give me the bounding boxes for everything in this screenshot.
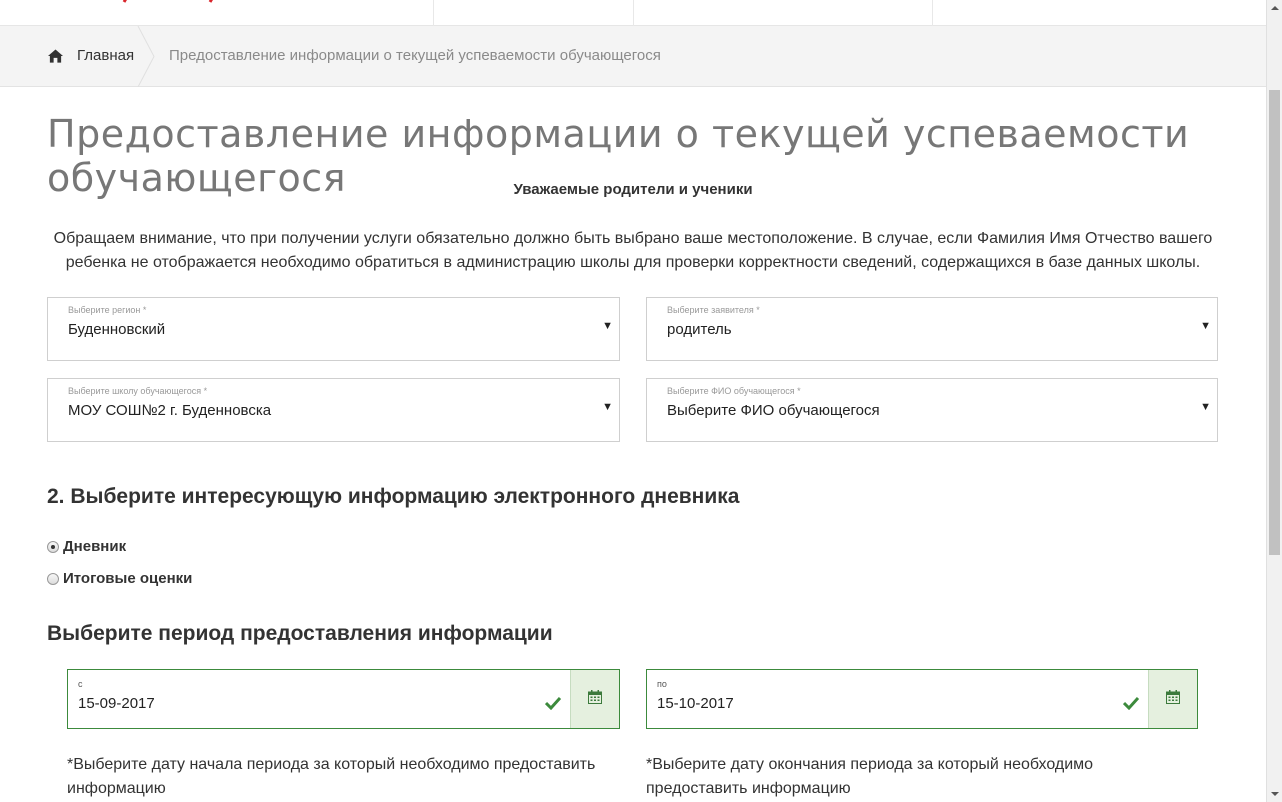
home-icon: [48, 48, 63, 63]
check-icon: [545, 696, 561, 710]
radio-button[interactable]: [47, 572, 59, 585]
region-select-label: Выберите регион *: [68, 305, 147, 315]
info-section-title: 2. Выберите интересующую информацию элек…: [47, 485, 740, 508]
region-select[interactable]: Выберите регион * Буденновский ▼: [47, 297, 620, 361]
radio-button-checked[interactable]: [47, 540, 59, 553]
date-from-label: с: [78, 679, 83, 689]
date-from-hint: *Выберите дату начала периода за который…: [67, 756, 596, 797]
region-select-value: Буденновский: [68, 321, 166, 338]
date-from-value[interactable]: 15-09-2017: [78, 695, 155, 712]
dropdown-caret-icon: ▼: [1200, 401, 1211, 413]
radio-option-label: Итоговые оценки: [63, 570, 193, 587]
logo-fragment: [122, 0, 213, 3]
applicant-select[interactable]: Выберите заявителя * родитель ▼: [646, 297, 1218, 361]
calendar-button[interactable]: [1148, 670, 1197, 728]
breadcrumb-current: Предоставление информации о текущей успе…: [169, 47, 661, 64]
school-select[interactable]: Выберите школу обучающегося * МОУ СОШ№2 …: [47, 378, 620, 442]
applicant-select-value: родитель: [667, 321, 732, 338]
check-icon: [1123, 696, 1139, 710]
calendar-icon: [1166, 690, 1180, 704]
breadcrumb-separator: [137, 26, 155, 87]
school-select-label: Выберите школу обучающегося *: [68, 386, 208, 396]
date-to-hint: *Выберите дату окончания периода за кото…: [646, 756, 1094, 797]
dropdown-caret-icon: ▼: [1200, 320, 1211, 332]
greeting-heading: Уважаемые родители и ученики: [513, 181, 753, 198]
top-header: [0, 0, 1266, 26]
date-from-field[interactable]: с 15-09-2017: [67, 669, 620, 729]
scroll-up-arrow-icon[interactable]: [1267, 0, 1282, 16]
notice-text: Обращаем внимание, что при получении усл…: [53, 230, 1213, 271]
student-select-value: Выберите ФИО обучающегося: [667, 402, 880, 419]
breadcrumb: Главная Предоставление информации о теку…: [0, 26, 1266, 87]
radio-option-diary[interactable]: Дневник: [47, 538, 126, 555]
header-divider: [633, 0, 634, 26]
dropdown-caret-icon: ▼: [602, 320, 613, 332]
scroll-down-arrow-icon[interactable]: [1267, 786, 1282, 802]
student-select[interactable]: Выберите ФИО обучающегося * Выберите ФИО…: [646, 378, 1218, 442]
date-to-value[interactable]: 15-10-2017: [657, 695, 734, 712]
header-divider: [433, 0, 434, 26]
breadcrumb-home-label: Главная: [77, 47, 135, 64]
school-select-value: МОУ СОШ№2 г. Буденновска: [68, 402, 272, 419]
header-divider: [932, 0, 933, 26]
dropdown-caret-icon: ▼: [602, 401, 613, 413]
date-to-field[interactable]: по 15-10-2017: [646, 669, 1198, 729]
calendar-icon: [588, 690, 602, 704]
date-to-label: по: [657, 679, 667, 689]
period-section-title: Выберите период предоставления информаци…: [47, 622, 553, 645]
student-select-label: Выберите ФИО обучающегося *: [667, 386, 801, 396]
breadcrumb-home-link[interactable]: Главная: [48, 47, 134, 64]
radio-option-label: Дневник: [63, 538, 127, 555]
calendar-button[interactable]: [570, 670, 619, 728]
radio-option-final-grades[interactable]: Итоговые оценки: [47, 570, 192, 587]
applicant-select-label: Выберите заявителя *: [667, 305, 760, 315]
